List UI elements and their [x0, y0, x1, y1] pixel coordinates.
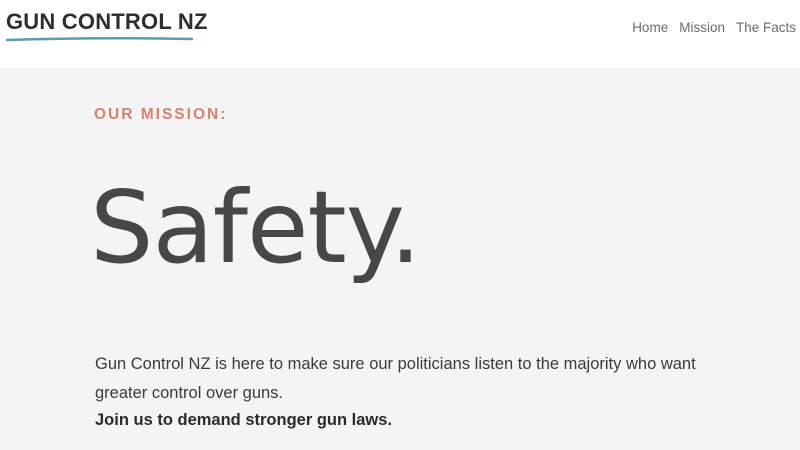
nav-link-home[interactable]: Home [632, 20, 668, 35]
site-logo[interactable]: GUN CONTROL NZ [6, 9, 208, 35]
page-headline: Safety. [90, 169, 421, 286]
call-to-action-text: Join us to demand stronger gun laws. [95, 411, 393, 429]
main-nav: Home Mission The Facts [632, 20, 796, 35]
nav-link-mission[interactable]: Mission [679, 20, 725, 35]
logo-underline-swoosh [6, 36, 193, 42]
site-header: GUN CONTROL NZ Home Mission The Facts [0, 0, 800, 68]
mission-description: Gun Control NZ is here to make sure our … [95, 355, 696, 402]
nav-link-the-facts[interactable]: The Facts [736, 20, 796, 35]
section-eyebrow: OUR MISSION: [94, 106, 228, 123]
